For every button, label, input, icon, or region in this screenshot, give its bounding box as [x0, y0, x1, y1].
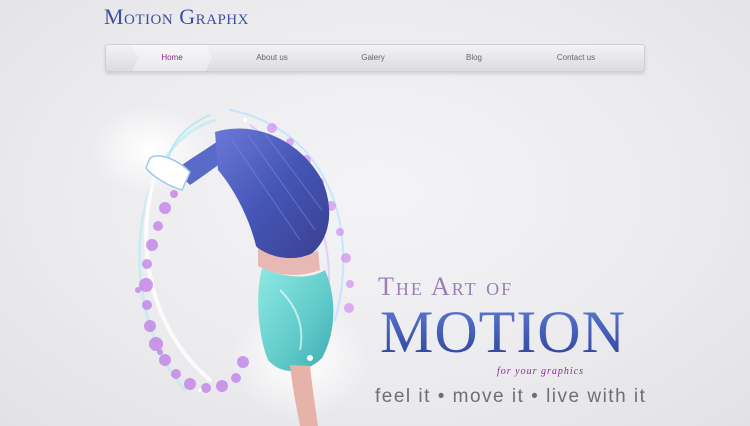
motion-dot — [201, 383, 211, 393]
dancer-shirt — [215, 128, 330, 261]
hero-slogan: feel it • move it • live with it — [375, 386, 647, 407]
motion-dot — [157, 349, 163, 355]
motion-dot — [170, 190, 178, 198]
motion-dot — [146, 239, 158, 251]
motion-dot — [336, 228, 344, 236]
hero-headline-big: MOTION — [380, 299, 626, 365]
motion-dot — [341, 253, 351, 263]
motion-dot — [135, 287, 141, 293]
motion-dot — [184, 378, 196, 390]
sparkle — [243, 118, 247, 122]
nav-item-blog[interactable]: Blog — [434, 45, 514, 71]
nav-item-home[interactable]: Home — [132, 45, 212, 71]
motion-dot — [267, 123, 277, 133]
motion-dot — [159, 354, 171, 366]
sparkle — [198, 388, 202, 392]
nav-item-contact-us[interactable]: Contact us — [536, 45, 616, 71]
hero-illustration — [90, 105, 370, 426]
motion-dot — [144, 320, 156, 332]
motion-dot — [142, 300, 152, 310]
dancer-pants — [258, 268, 334, 372]
hero-headline-small: The Art of — [378, 272, 514, 301]
motion-dot — [149, 337, 163, 351]
motion-dot — [139, 278, 153, 292]
motion-dot — [142, 259, 152, 269]
sparkle — [307, 355, 313, 361]
motion-dot — [344, 303, 354, 313]
site-logo[interactable]: Motion Graphx — [104, 4, 249, 30]
motion-dot — [153, 221, 163, 231]
sparkle — [146, 148, 154, 156]
hero-tagline: for your graphics — [497, 366, 584, 377]
motion-dot — [171, 369, 181, 379]
main-nav: Home About us Galery Blog Contact us — [105, 44, 645, 72]
motion-dot — [346, 280, 354, 288]
motion-dot — [216, 380, 228, 392]
nav-item-about-us[interactable]: About us — [232, 45, 312, 71]
motion-dot — [159, 202, 171, 214]
motion-dot — [231, 373, 241, 383]
motion-dot — [237, 356, 249, 368]
nav-item-galery[interactable]: Galery — [333, 45, 413, 71]
